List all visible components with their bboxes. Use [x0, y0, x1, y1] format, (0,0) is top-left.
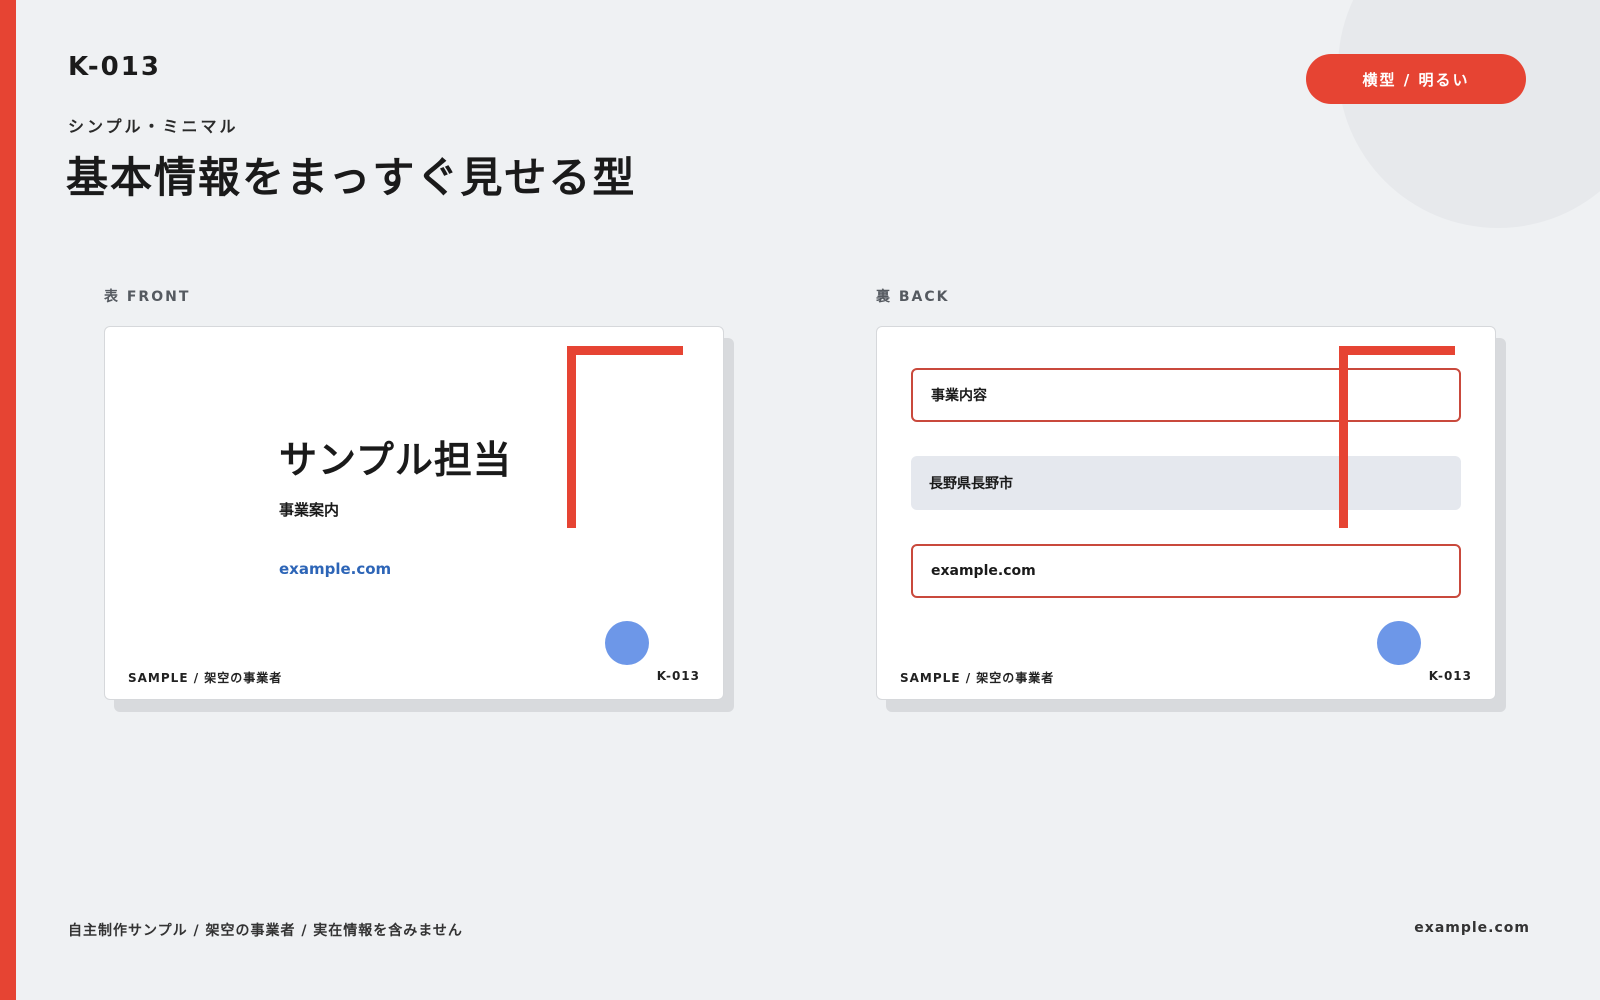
card-footer-code: K-013 [1428, 669, 1472, 683]
card-footer-left: SAMPLE / 架空の事業者 [900, 671, 1055, 685]
layout-badge: 横型 / 明るい [1306, 54, 1526, 104]
template-code: K-013 [68, 52, 161, 82]
info-row-website: example.com [911, 544, 1461, 598]
left-accent-bar [0, 0, 16, 1000]
card-footer-code: K-013 [656, 669, 700, 683]
back-card: 事業内容 長野県長野市 example.com SAMPLE / 架空の事業者 … [876, 326, 1496, 700]
corner-bracket-decoration [567, 346, 683, 528]
info-row-text[interactable]: example.com [931, 563, 1036, 579]
front-card: サンプル担当 事業案内 example.com SAMPLE / 架空の事業者 … [104, 326, 724, 700]
style-subtitle: シンプル・ミニマル [68, 117, 239, 136]
info-row-text: 長野県長野市 [929, 476, 1013, 492]
info-row-text: 事業内容 [931, 388, 987, 404]
blue-dot-decoration [1377, 621, 1421, 665]
card-footer-left: SAMPLE / 架空の事業者 [128, 671, 283, 685]
card-name: サンプル担当 [279, 438, 512, 482]
back-label: 裏 BACK [876, 289, 950, 305]
footer-disclaimer: 自主制作サンプル / 架空の事業者 / 実在情報を含みません [68, 923, 463, 939]
front-label: 表 FRONT [104, 289, 191, 305]
decorative-circle [1338, 0, 1600, 228]
card-website-link[interactable]: example.com [279, 560, 391, 578]
corner-bracket-decoration [1339, 346, 1455, 528]
blue-dot-decoration [605, 621, 649, 665]
page-title: 基本情報をまっすぐ見せる型 [66, 153, 637, 202]
footer-website[interactable]: example.com [1414, 920, 1530, 936]
card-role: 事業案内 [279, 501, 340, 519]
